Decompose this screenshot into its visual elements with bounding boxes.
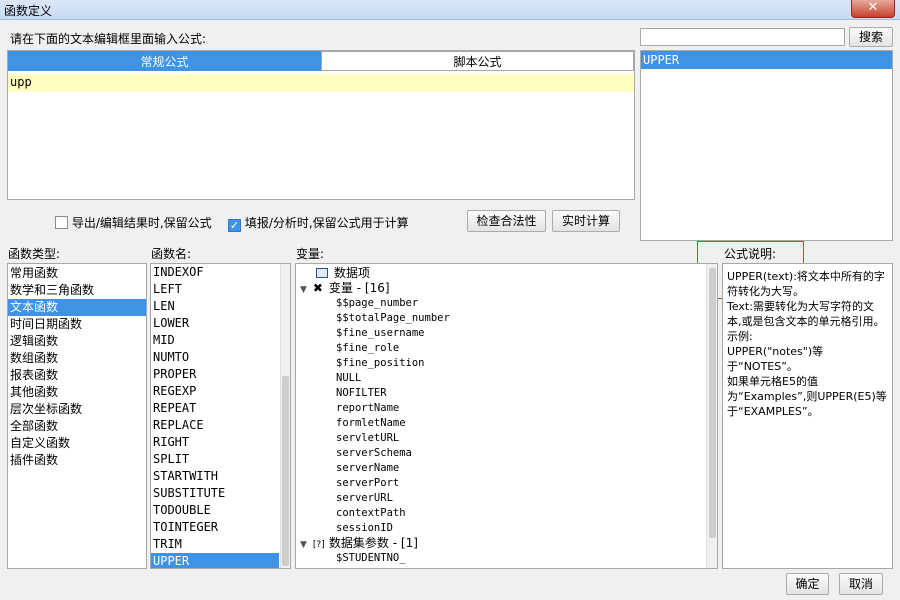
function-type-item[interactable]: 时间日期函数 [8,316,146,333]
description-line: 如果单元格E5的值为“Examples”,则UPPER(E5)等于“EXAMPL… [727,375,887,418]
tree-group-dataset-params[interactable]: ▼ [?] 数据集参数 - [1] [296,536,701,551]
tree-leaf[interactable]: $$page_number [296,296,701,311]
function-name-item[interactable]: LOWER [151,315,279,332]
tab-regular-formula[interactable]: 常规公式 [8,51,321,71]
fill-keep-option[interactable]: ✓ 填报/分析时,保留公式用于计算 [228,214,409,232]
function-type-item[interactable]: 全部函数 [8,418,146,435]
realtime-calc-button[interactable]: 实时计算 [552,210,620,232]
tree-group-label: 变量 - [16] [328,281,390,295]
editor-prompt: 请在下面的文本编辑框里面输入公式: [10,32,207,46]
variable-tree-scrollbar[interactable] [706,264,717,568]
tree-leaf[interactable]: $fine_position [296,356,701,371]
function-name-item[interactable]: LEFT [151,281,279,298]
table-icon [316,268,328,278]
function-name-scrollbar[interactable] [280,264,290,568]
suggestion-item[interactable]: UPPER [641,51,892,69]
function-name-item[interactable]: TODOUBLE [151,502,279,519]
function-name-item[interactable]: TRIM [151,536,279,553]
function-name-item[interactable]: REPLACE [151,417,279,434]
description-line: UPPER(text):将文本中所有的字符转化为大写。 [727,270,885,298]
function-name-item[interactable]: SUBSTITUTE [151,485,279,502]
tree-leaf[interactable]: NOFILTER [296,386,701,401]
function-type-item[interactable]: 文本函数 [8,299,146,316]
export-keep-checkbox[interactable] [55,216,68,229]
function-name-item[interactable]: LEN [151,298,279,315]
function-name-list[interactable]: INDEXOF LEFT LEN LOWER MID NUMTO PROPER … [150,263,291,569]
tree-leaf[interactable]: servletURL [296,431,701,446]
tree-leaf[interactable]: $$totalPage_number [296,311,701,326]
fill-keep-checkbox[interactable]: ✓ [228,219,241,232]
export-keep-label: 导出/编辑结果时,保留公式 [71,216,212,230]
export-keep-option[interactable]: 导出/编辑结果时,保留公式 [55,214,212,231]
tree-leaf[interactable]: serverPort [296,476,701,491]
description-line: Text:需要转化为大写字符的文本,或是包含文本的单元格引用。 [727,300,885,328]
variables-label: 变量: [296,247,325,261]
title-bar: 函数定义 [0,0,900,20]
tree-leaf[interactable]: reportName [296,401,701,416]
tree-leaf[interactable]: $STUDENTNO_ [296,551,701,566]
tree-leaf[interactable]: $fine_role [296,341,701,356]
tree-group-label: 数据项 [334,266,371,280]
variable-icon: ✖ [312,281,323,295]
function-types-label: 函数类型: [8,247,61,261]
scrollbar-thumb[interactable] [282,376,289,566]
function-name-item[interactable]: TOINTEGER [151,519,279,536]
function-name-item[interactable]: REPEAT [151,400,279,417]
tree-group-variables[interactable]: ▼ ✖ 变量 - [16] [296,281,701,296]
function-name-item[interactable]: UPPER [151,553,279,568]
function-type-item[interactable]: 报表函数 [8,367,146,384]
variable-tree[interactable]: 数据项 ▼ ✖ 变量 - [16] $$page_number $$totalPag… [295,263,718,569]
fill-keep-label: 填报/分析时,保留公式用于计算 [244,216,409,230]
function-name-item[interactable]: INDEXOF [151,264,279,281]
tree-leaf[interactable]: serverName [296,461,701,476]
validate-button[interactable]: 检查合法性 [467,210,546,232]
tree-group-data-items[interactable]: 数据项 [296,266,701,281]
description-line: UPPER("notes")等于“NOTES”。 [727,345,824,373]
tree-group-label: 数据集参数 - [1] [328,536,418,550]
function-type-item[interactable]: 插件函数 [8,452,146,469]
collapse-arrow-icon[interactable]: ▼ [300,540,307,550]
function-type-item[interactable]: 数组函数 [8,350,146,367]
function-name-item[interactable]: SPLIT [151,451,279,468]
suggestion-list[interactable]: UPPER [640,50,893,241]
search-input[interactable] [640,28,845,46]
description-line: 示例: [727,330,753,343]
tab-script-formula[interactable]: 脚本公式 [321,51,634,71]
search-button[interactable]: 搜索 [849,27,893,47]
collapse-arrow-icon[interactable]: ▼ [300,285,307,295]
scrollbar-thumb[interactable] [709,268,716,538]
function-type-list[interactable]: 常用函数 数学和三角函数 文本函数 时间日期函数 逻辑函数 数组函数 报表函数 … [7,263,147,569]
function-type-item[interactable]: 常用函数 [8,265,146,282]
function-type-item[interactable]: 其他函数 [8,384,146,401]
function-name-item[interactable]: NUMTO [151,349,279,366]
function-type-item[interactable]: 数学和三角函数 [8,282,146,299]
function-type-item[interactable]: 层次坐标函数 [8,401,146,418]
tree-leaf[interactable]: sessionID [296,521,701,536]
function-name-item[interactable]: MID [151,332,279,349]
function-name-item[interactable]: STARTWITH [151,468,279,485]
close-button[interactable]: ✕ [851,0,895,18]
function-names-label: 函数名: [151,247,192,261]
cancel-button[interactable]: 取消 [839,573,883,595]
tree-leaf[interactable]: serverSchema [296,446,701,461]
formula-description: UPPER(text):将文本中所有的字符转化为大写。 Text:需要转化为大写… [722,263,893,569]
tree-leaf[interactable]: serverURL [296,491,701,506]
function-name-item[interactable]: RIGHT [151,434,279,451]
formula-editor[interactable]: 常规公式 脚本公式 upp [7,50,635,200]
tree-leaf[interactable]: $fine_username [296,326,701,341]
function-type-item[interactable]: 自定义函数 [8,435,146,452]
function-name-item[interactable]: REGEXP [151,383,279,400]
function-type-item[interactable]: 逻辑函数 [8,333,146,350]
function-name-item[interactable]: PROPER [151,366,279,383]
tree-leaf[interactable]: NULL [296,371,701,386]
formula-input-line[interactable]: upp [8,74,634,92]
window-title: 函数定义 [4,4,53,18]
tree-leaf[interactable]: contextPath [296,506,701,521]
parameter-icon: [?] [312,540,325,550]
ok-button[interactable]: 确定 [786,573,829,595]
tree-leaf[interactable]: formletName [296,416,701,431]
